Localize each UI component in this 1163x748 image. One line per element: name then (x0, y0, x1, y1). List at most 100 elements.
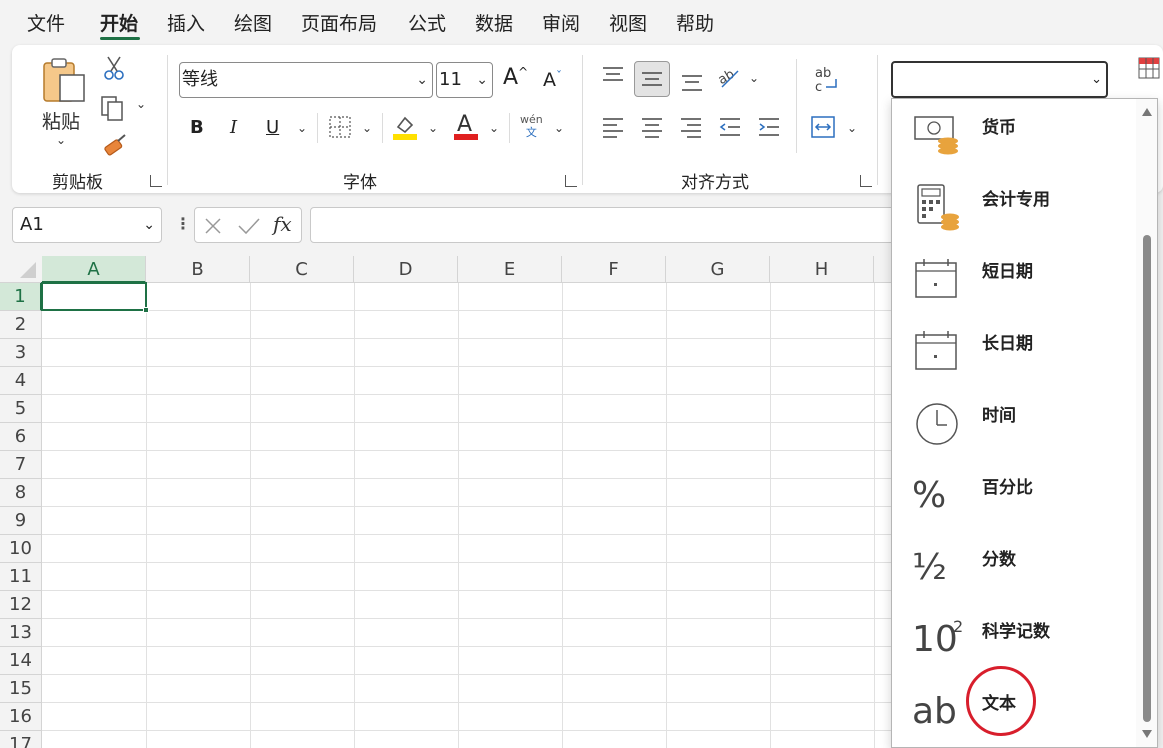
decrease-indent-icon[interactable] (718, 115, 742, 139)
format-option[interactable]: 10 2 科学记数 (892, 603, 1137, 675)
menu-formulas[interactable]: 公式 (408, 9, 446, 36)
underline-dropdown-chevron[interactable]: ⌄ (297, 121, 307, 135)
formula-input[interactable] (310, 207, 910, 243)
menu-home[interactable]: 开始 (100, 9, 138, 36)
menu-data[interactable]: 数据 (475, 9, 513, 36)
row-header[interactable]: 1 (0, 283, 42, 311)
row-header[interactable]: 4 (0, 367, 42, 395)
select-all-icon[interactable] (18, 260, 38, 280)
phonetic-guide-icon[interactable]: wén 文 (520, 113, 543, 139)
menu-insert[interactable]: 插入 (167, 9, 205, 36)
format-option[interactable]: 时间 (892, 387, 1137, 459)
cancel-icon[interactable] (203, 216, 223, 236)
grow-font-button[interactable]: A^ (503, 65, 528, 90)
format-option-label: 货币 (982, 118, 1016, 138)
row-header[interactable]: 7 (0, 451, 42, 479)
alignment-launcher-icon[interactable] (860, 175, 872, 187)
fill-color-dropdown-chevron[interactable]: ⌄ (428, 121, 438, 135)
separator (317, 113, 318, 143)
align-middle-button[interactable] (634, 61, 670, 97)
row-header[interactable]: 3 (0, 339, 42, 367)
menu-draw[interactable]: 绘图 (234, 9, 272, 36)
row-header[interactable]: 11 (0, 563, 42, 591)
italic-icon[interactable]: I (230, 117, 237, 138)
row-header[interactable]: 9 (0, 507, 42, 535)
paste-icon[interactable] (40, 57, 88, 105)
phonetic-dropdown-chevron[interactable]: ⌄ (554, 121, 564, 135)
format-option[interactable]: 会计专用 (892, 171, 1137, 243)
borders-icon[interactable] (328, 115, 352, 139)
number-format-select[interactable]: ⌄ (891, 61, 1108, 98)
merge-center-icon[interactable] (810, 115, 836, 139)
row-header[interactable]: 16 (0, 703, 42, 731)
fill-handle[interactable] (143, 307, 149, 313)
column-header[interactable]: F (562, 256, 666, 283)
bold-icon[interactable]: B (190, 117, 204, 138)
increase-indent-icon[interactable] (757, 115, 781, 139)
paste-dropdown-chevron[interactable]: ⌄ (56, 133, 66, 147)
insert-function-icon[interactable]: fx (273, 212, 292, 236)
column-header[interactable]: G (666, 256, 770, 283)
scroll-up-icon[interactable] (1141, 107, 1153, 117)
format-painter-icon[interactable] (102, 133, 128, 159)
menu-review[interactable]: 审阅 (542, 9, 580, 36)
format-option[interactable]: 短日期 (892, 243, 1137, 315)
format-option[interactable]: % 百分比 (892, 459, 1137, 531)
row-header[interactable]: 12 (0, 591, 42, 619)
enter-icon[interactable] (237, 216, 261, 236)
row-header[interactable]: 10 (0, 535, 42, 563)
separator (509, 113, 510, 143)
format-option[interactable]: ½ 分数 (892, 531, 1137, 603)
row-header[interactable]: 5 (0, 395, 42, 423)
align-bottom-icon[interactable] (680, 73, 704, 93)
copy-icon[interactable] (100, 95, 126, 121)
name-box[interactable]: A1 ⌄ (12, 207, 162, 243)
clipboard-launcher-icon[interactable] (150, 175, 162, 187)
menu-help[interactable]: 帮助 (676, 9, 714, 36)
conditional-format-icon[interactable] (1138, 57, 1160, 79)
column-header[interactable]: C (250, 256, 354, 283)
menu-file[interactable]: 文件 (27, 9, 65, 36)
font-color-icon[interactable]: A (453, 111, 479, 141)
shrink-font-button[interactable]: Aˇ (543, 69, 562, 91)
font-size-select[interactable]: 11 ⌄ (436, 62, 493, 98)
underline-icon[interactable]: U (266, 117, 279, 138)
menu-view[interactable]: 视图 (609, 9, 647, 36)
row-header[interactable]: 17 (0, 731, 42, 748)
merge-dropdown-chevron[interactable]: ⌄ (847, 121, 857, 135)
scroll-thumb[interactable] (1143, 235, 1151, 722)
row-header[interactable]: 14 (0, 647, 42, 675)
active-cell[interactable] (41, 282, 149, 313)
row-header[interactable]: 8 (0, 479, 42, 507)
align-center-icon[interactable] (640, 115, 664, 139)
row-header[interactable]: 6 (0, 423, 42, 451)
dropdown-scrollbar[interactable] (1136, 99, 1157, 747)
menu-page-layout[interactable]: 页面布局 (301, 9, 377, 36)
paste-label[interactable]: 粘贴 (42, 107, 80, 134)
wrap-text-icon[interactable]: ab c (812, 65, 840, 95)
font-launcher-icon[interactable] (565, 175, 577, 187)
format-option[interactable]: 长日期 (892, 315, 1137, 387)
column-header[interactable]: B (146, 256, 250, 283)
column-header[interactable]: E (458, 256, 562, 283)
orientation-icon[interactable]: ab (716, 65, 742, 91)
column-header[interactable]: A (42, 256, 146, 283)
row-header[interactable]: 15 (0, 675, 42, 703)
fill-color-icon[interactable] (392, 113, 418, 141)
row-header[interactable]: 13 (0, 619, 42, 647)
orientation-dropdown-chevron[interactable]: ⌄ (749, 71, 759, 85)
column-header[interactable]: H (770, 256, 874, 283)
column-header[interactable]: D (354, 256, 458, 283)
align-left-icon[interactable] (601, 115, 625, 139)
row-header[interactable]: 2 (0, 311, 42, 339)
scroll-down-icon[interactable] (1141, 729, 1153, 739)
cut-icon[interactable] (103, 55, 125, 81)
align-right-icon[interactable] (679, 115, 703, 139)
more-options-icon[interactable]: ⋮ (175, 214, 191, 233)
font-color-dropdown-chevron[interactable]: ⌄ (489, 121, 499, 135)
copy-dropdown-chevron[interactable]: ⌄ (136, 97, 146, 111)
borders-dropdown-chevron[interactable]: ⌄ (362, 121, 372, 135)
align-top-icon[interactable] (601, 65, 625, 85)
format-option[interactable]: 货币 (892, 99, 1137, 171)
font-name-select[interactable]: 等线 ⌄ (179, 62, 433, 98)
